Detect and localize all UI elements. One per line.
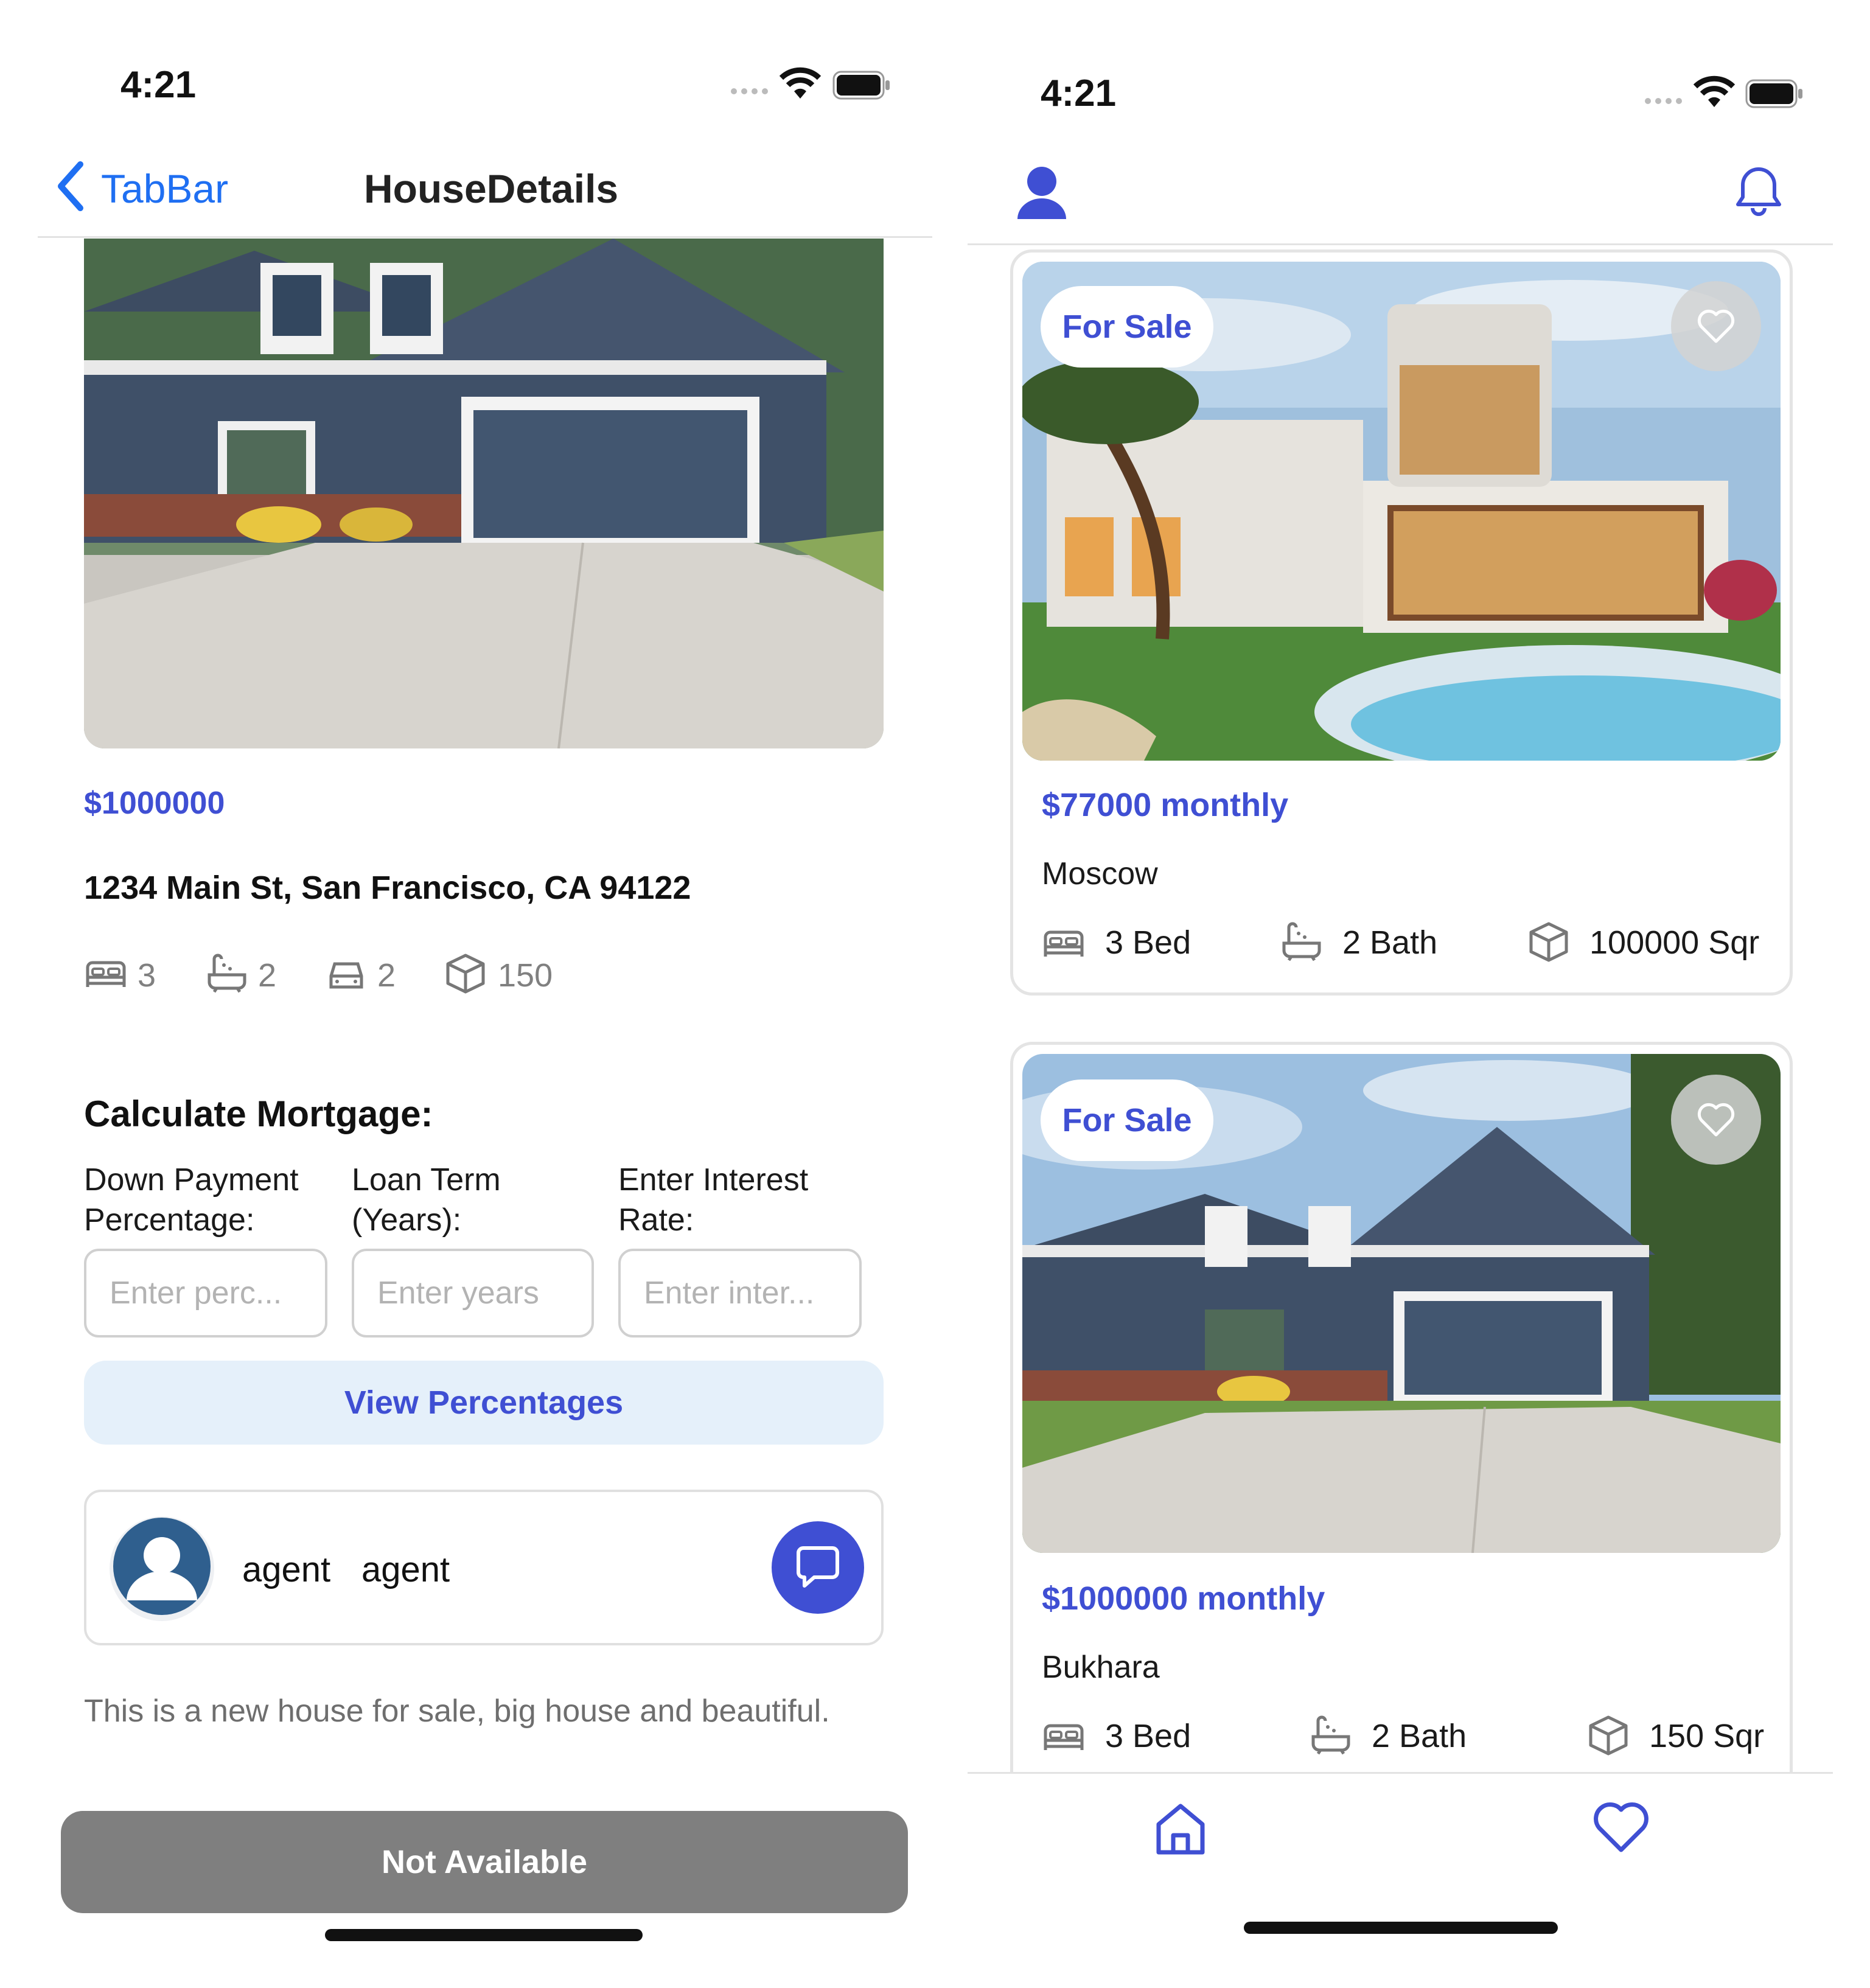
- loan-term-label: Loan Term (Years):: [352, 1162, 501, 1238]
- home-indicator: [1244, 1922, 1558, 1934]
- bed-icon: [1042, 1720, 1086, 1756]
- car-icon: [327, 958, 365, 992]
- for-sale-badge: For Sale: [1041, 286, 1213, 368]
- tab-favorites[interactable]: [1592, 1801, 1650, 1855]
- battery-icon: [1745, 79, 1804, 108]
- view-percentages-button[interactable]: View Percentages: [84, 1361, 884, 1445]
- interest-rate-input[interactable]: Enter inter...: [618, 1249, 862, 1338]
- heart-icon: [1697, 1103, 1735, 1137]
- chat-icon: [772, 1521, 864, 1614]
- beds-count: 3: [138, 957, 156, 994]
- bed-icon: [84, 957, 128, 993]
- listing-beds: 3 Bed: [1105, 924, 1191, 961]
- status-time: 4:21: [120, 64, 197, 106]
- listing-price: $77000 monthly: [1042, 787, 1289, 823]
- nav-divider: [38, 236, 932, 238]
- avatar: [108, 1515, 215, 1622]
- bed-icon: [1042, 926, 1086, 963]
- listing-baths: 2 Bath: [1372, 1718, 1467, 1754]
- down-payment-input[interactable]: Enter perc...: [84, 1249, 327, 1338]
- heart-icon: [1594, 1802, 1648, 1852]
- bath-icon: [206, 953, 248, 993]
- cube-icon: [1529, 921, 1569, 963]
- down-payment-label: Down Payment Percentage:: [84, 1162, 299, 1238]
- tab-bar: [968, 1772, 1833, 1988]
- bell-icon[interactable]: [1734, 164, 1783, 219]
- favorite-button[interactable]: [1671, 281, 1761, 371]
- signal-icon: [729, 85, 772, 97]
- back-chevron-icon[interactable]: [55, 161, 86, 212]
- back-button[interactable]: TabBar: [101, 166, 228, 212]
- loan-term-input[interactable]: Enter years: [352, 1249, 594, 1338]
- tab-home[interactable]: [1154, 1801, 1207, 1857]
- favorite-button[interactable]: [1671, 1075, 1761, 1165]
- home-icon: [1156, 1804, 1205, 1855]
- listing-area: 150 Sqr: [1649, 1718, 1765, 1754]
- for-sale-badge: For Sale: [1041, 1079, 1213, 1161]
- battery-icon: [832, 71, 891, 100]
- wifi-icon: [779, 67, 822, 101]
- agent-first-name: agent: [242, 1550, 331, 1589]
- page-title: HouseDetails: [364, 166, 619, 211]
- listing-price: $1000000 monthly: [1042, 1580, 1325, 1617]
- bath-icon: [1280, 921, 1323, 961]
- mortgage-heading: Calculate Mortgage:: [84, 1093, 433, 1134]
- area-count: 150: [498, 957, 553, 994]
- status-time-right: 4:21: [1041, 72, 1117, 114]
- home-indicator: [325, 1929, 643, 1941]
- wifi-icon: [1693, 75, 1736, 110]
- signal-icon: [1643, 95, 1686, 107]
- listing-city: Moscow: [1042, 856, 1158, 891]
- bath-icon: [1310, 1715, 1352, 1755]
- garage-count: 2: [377, 957, 396, 994]
- interest-rate-label: Enter Interest Rate:: [618, 1162, 809, 1238]
- heart-icon: [1697, 309, 1735, 343]
- chat-button[interactable]: [772, 1521, 864, 1614]
- cube-icon: [1588, 1715, 1628, 1756]
- address-label: 1234 Main St, San Francisco, CA 94122: [84, 870, 691, 906]
- user-icon[interactable]: [1016, 166, 1067, 220]
- listing-baths: 2 Bath: [1342, 924, 1438, 961]
- baths-count: 2: [258, 957, 277, 994]
- price-label: $1000000: [84, 786, 225, 821]
- listing-beds: 3 Bed: [1105, 1718, 1191, 1754]
- header-divider: [968, 243, 1833, 245]
- house-photo: [84, 239, 884, 748]
- cube-icon: [445, 953, 486, 994]
- listing-area: 100000 Sqr: [1589, 924, 1760, 961]
- description-text: This is a new house for sale, big house …: [84, 1693, 830, 1729]
- listing-city: Bukhara: [1042, 1650, 1160, 1685]
- not-available-button[interactable]: Not Available: [61, 1811, 908, 1913]
- agent-last-name: agent: [361, 1550, 450, 1589]
